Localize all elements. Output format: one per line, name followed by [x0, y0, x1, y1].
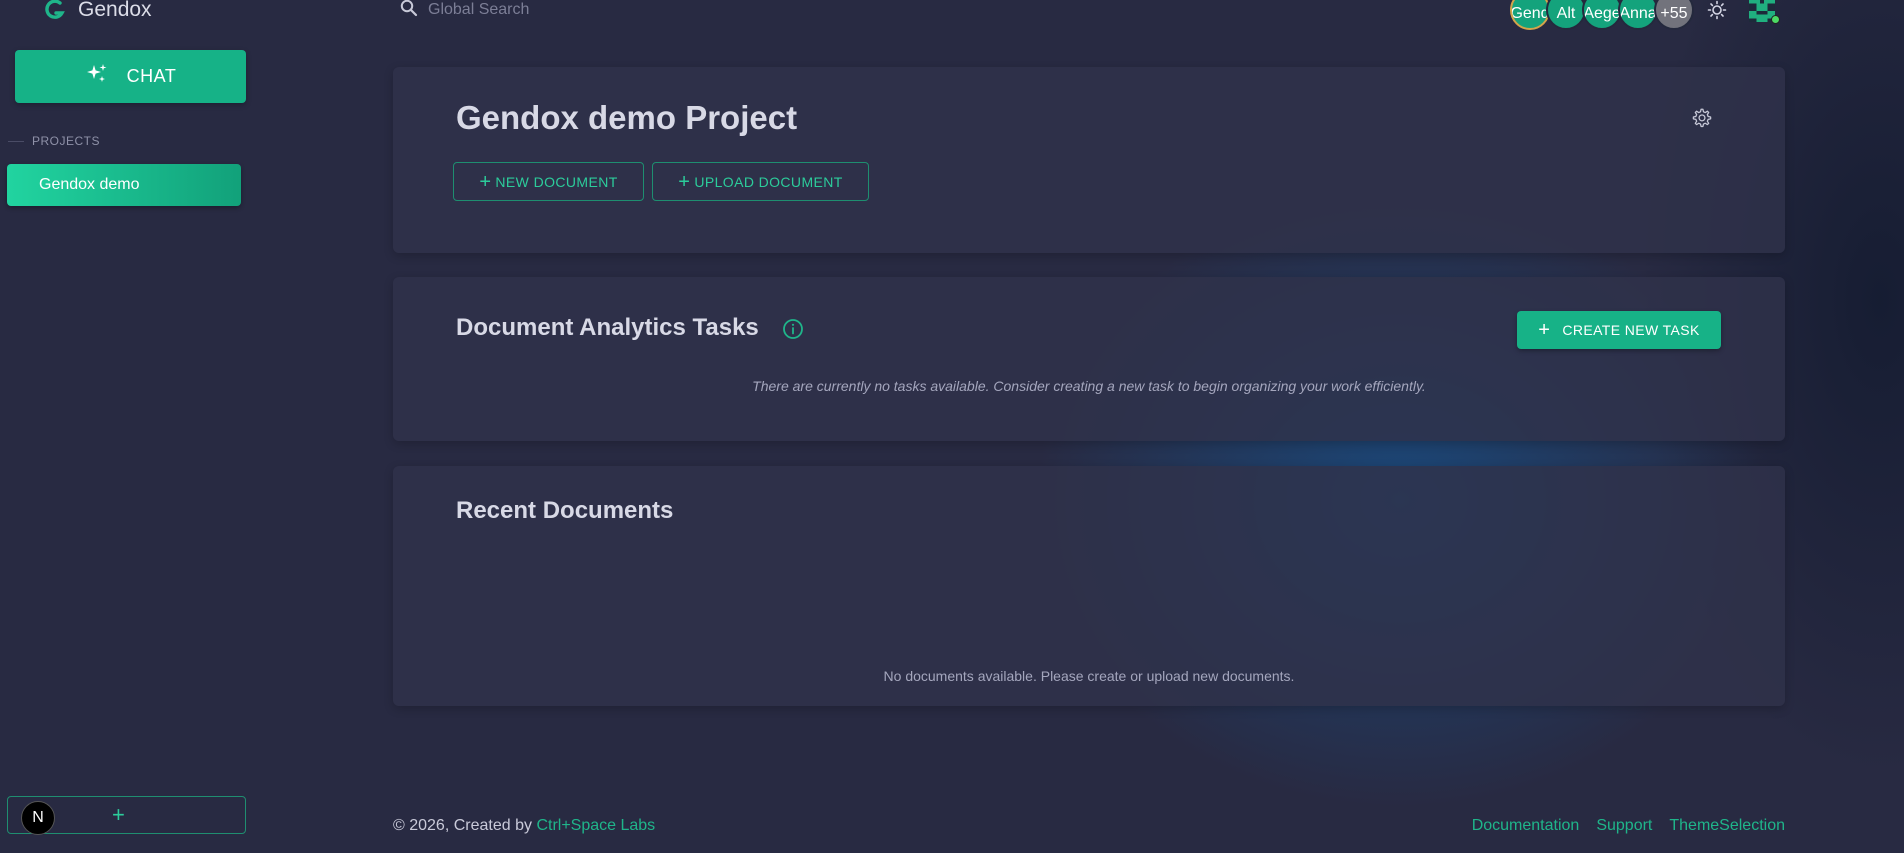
create-new-task-button[interactable]: + CREATE NEW TASK: [1517, 311, 1721, 349]
nextjs-badge[interactable]: N: [21, 801, 55, 835]
footer-links: Documentation Support ThemeSelection: [1472, 817, 1785, 835]
tasks-title: Document Analytics Tasks: [456, 314, 759, 341]
documentation-link[interactable]: Documentation: [1472, 817, 1580, 835]
gear-icon[interactable]: [1691, 107, 1713, 134]
sidebar: Gendox CHAT PROJECTS Gendox demo N +: [0, 0, 256, 853]
sidebar-item-label: Gendox demo: [39, 176, 140, 193]
documents-title: Recent Documents: [456, 497, 674, 524]
recent-documents-card: Recent Documents No documents available.…: [393, 466, 1785, 706]
documents-empty-message: No documents available. Please create or…: [883, 668, 1295, 684]
divider: [8, 140, 24, 142]
user-avatar[interactable]: [1748, 0, 1780, 24]
chat-label: CHAT: [126, 66, 177, 86]
projects-heading-label: PROJECTS: [32, 134, 101, 148]
avatar[interactable]: Gend: [1510, 0, 1550, 30]
sparkle-icon: [85, 62, 109, 91]
company-link[interactable]: Ctrl+Space Labs: [536, 817, 655, 834]
info-icon[interactable]: [782, 318, 804, 345]
search-input[interactable]: [428, 1, 728, 19]
sun-icon[interactable]: [1706, 0, 1728, 20]
plus-icon: +: [1538, 319, 1551, 341]
more-members-avatar[interactable]: +55: [1654, 0, 1694, 30]
chat-button[interactable]: CHAT: [15, 50, 246, 103]
analytics-tasks-card: Document Analytics Tasks + CREATE NEW TA…: [393, 277, 1785, 441]
search-icon: [400, 0, 418, 22]
gendox-logo-icon: [44, 0, 66, 21]
themeselection-link[interactable]: ThemeSelection: [1669, 817, 1785, 835]
app-name: Gendox: [78, 0, 152, 21]
global-search: [400, 0, 728, 20]
new-document-button[interactable]: + NEW DOCUMENT: [453, 162, 644, 201]
sidebar-item-gendox-demo[interactable]: Gendox demo: [7, 164, 241, 206]
avatar[interactable]: Alt: [1546, 0, 1586, 30]
avatar[interactable]: Anna: [1618, 0, 1658, 30]
projects-section-heading: PROJECTS: [8, 134, 248, 148]
brand[interactable]: Gendox: [44, 0, 152, 20]
support-link[interactable]: Support: [1596, 817, 1652, 835]
copyright-text: © 2026, Created by: [393, 817, 532, 834]
page-title: Gendox demo Project: [456, 99, 798, 136]
plus-icon: +: [678, 170, 691, 193]
new-document-label: NEW DOCUMENT: [495, 173, 618, 190]
avatar[interactable]: Aege: [1582, 0, 1622, 30]
upload-document-button[interactable]: + UPLOAD DOCUMENT: [652, 162, 869, 201]
member-avatars: Gend Alt Aege Anna +55: [1510, 0, 1694, 30]
footer-copyright: © 2026, Created by Ctrl+Space Labs: [393, 817, 655, 835]
add-button[interactable]: +: [112, 803, 125, 827]
create-task-label: CREATE NEW TASK: [1562, 322, 1700, 338]
online-status-icon: [1771, 15, 1780, 24]
project-card: Gendox demo Project + NEW DOCUMENT + UPL…: [393, 67, 1785, 253]
tasks-empty-message: There are currently no tasks available. …: [752, 378, 1426, 394]
add-organization-bar: N +: [7, 796, 246, 835]
upload-document-label: UPLOAD DOCUMENT: [694, 173, 843, 190]
plus-icon: +: [479, 170, 492, 193]
